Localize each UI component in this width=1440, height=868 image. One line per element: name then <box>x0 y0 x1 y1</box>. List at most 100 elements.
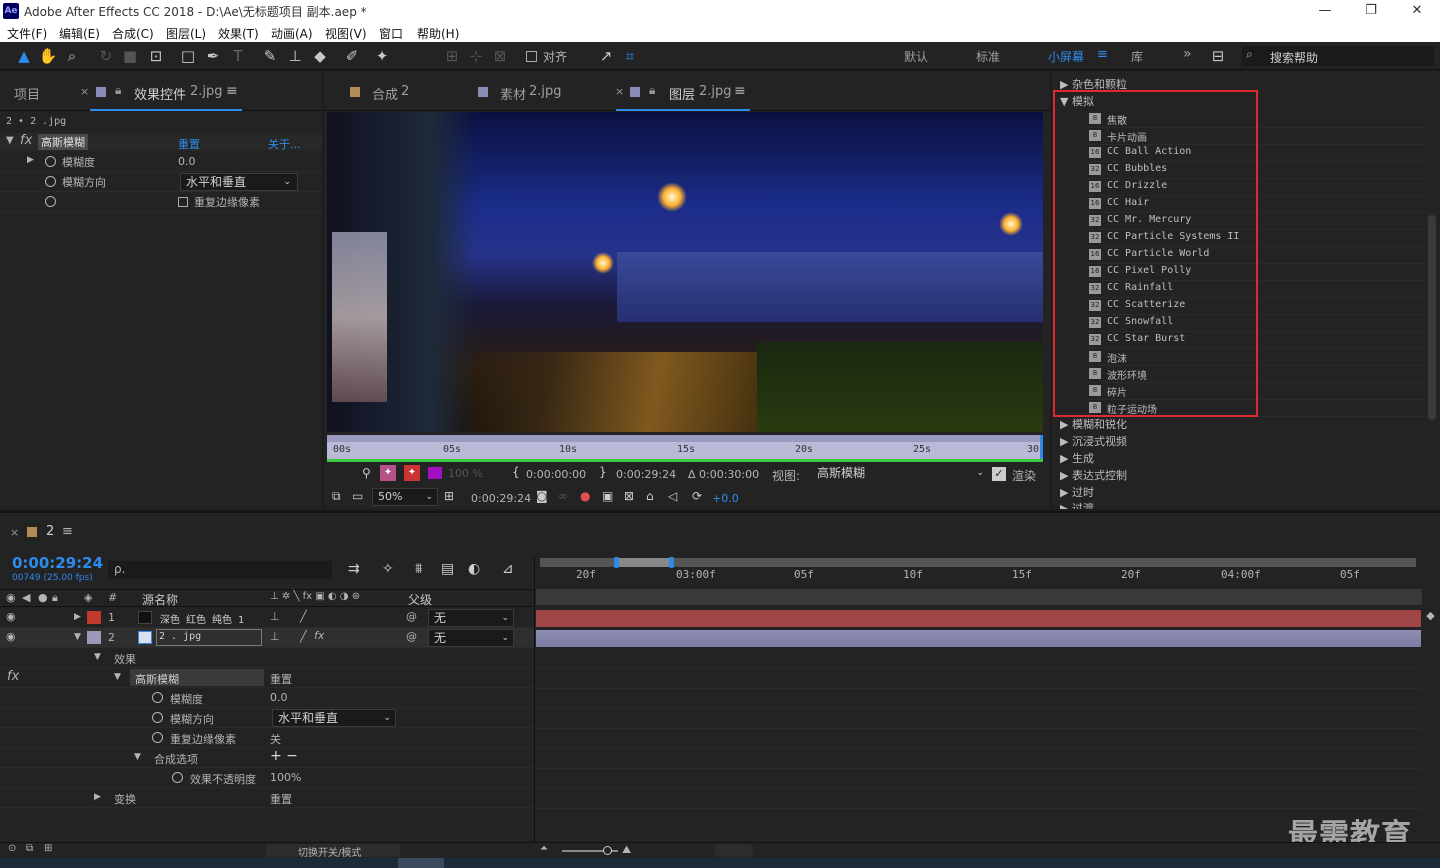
menu-layer[interactable]: 图层(L) <box>166 25 206 42</box>
tab-effect-controls[interactable]: 效果控件 <box>134 84 186 103</box>
playhead[interactable] <box>1040 435 1043 459</box>
navigator-start-handle[interactable] <box>614 557 619 568</box>
viewer-time-ruler[interactable]: 00s 05s 10s 15s 20s 25s 30 <box>327 435 1043 459</box>
property-row[interactable]: 模糊度 0.0 <box>0 688 535 708</box>
work-area-bar[interactable] <box>327 435 1043 442</box>
menu-animation[interactable]: 动画(A) <box>271 25 313 42</box>
workspace-library[interactable]: 库 <box>1131 48 1143 65</box>
timeline-tab[interactable]: 2 <box>46 524 54 539</box>
transparency-grid-icon[interactable]: ⊠ <box>624 489 634 503</box>
menu-file[interactable]: 文件(F) <box>7 25 47 42</box>
viewer-image[interactable] <box>327 112 1043 432</box>
expand-arrow-icon[interactable]: ▼ <box>134 752 141 762</box>
expand-arrow-icon[interactable]: ▼ <box>74 632 81 642</box>
layer-1-duration-bar[interactable] <box>536 610 1421 627</box>
transform-reset-link[interactable]: 重置 <box>270 791 292 807</box>
render-checkbox[interactable]: ✓ <box>992 467 1006 481</box>
repeat-edge-checkbox[interactable] <box>178 197 188 207</box>
effect-name[interactable]: 高斯模糊 <box>38 134 88 150</box>
parent-dropdown[interactable]: 无 ⌄ <box>428 609 514 627</box>
expand-arrow-icon[interactable]: ▼ <box>114 672 121 682</box>
quality-switch-icon[interactable]: ╱ <box>300 630 307 643</box>
world-axis-icon[interactable]: ⊹ <box>466 46 486 66</box>
fx-icon[interactable]: fx <box>7 669 19 684</box>
local-axis-icon[interactable]: ⊞ <box>442 46 462 66</box>
timeline-search-box[interactable]: ρ. <box>108 561 332 579</box>
category-transition[interactable]: ▶ 过渡 <box>1060 500 1094 509</box>
exposure-value[interactable]: +0.0 <box>712 492 739 505</box>
blur-value[interactable]: 0.0 <box>270 691 288 704</box>
frame-blending-icon[interactable]: ▤ <box>441 561 454 577</box>
menu-composition[interactable]: 合成(C) <box>112 25 154 42</box>
parent-dropdown[interactable]: 无 ⌄ <box>428 629 514 647</box>
stopwatch-icon[interactable] <box>172 772 183 783</box>
puppet-icon[interactable]: ⚲ <box>362 466 371 480</box>
parent-column[interactable]: 父级 <box>408 591 432 608</box>
clone-stamp-tool-icon[interactable]: ⊥ <box>285 46 305 66</box>
color-swatch[interactable] <box>428 467 442 479</box>
sync-settings-icon[interactable]: ⊟ <box>1208 46 1228 66</box>
layer-name[interactable]: 深色 红色 纯色 1 <box>160 611 244 626</box>
layer-row[interactable]: ◉ ▶ 1 深色 红色 纯色 1 ⊥ ╱ @ 无 ⌄ <box>0 608 535 628</box>
fit-icon[interactable]: ⊞ <box>444 489 454 503</box>
category-generate[interactable]: ▶ 生成 <box>1060 450 1094 466</box>
menu-window[interactable]: 窗口 <box>379 25 403 42</box>
category-immersive-video[interactable]: ▶ 沉浸式视频 <box>1060 433 1127 449</box>
zoom-in-icon[interactable]: ⛰ <box>622 843 631 857</box>
workspace-standard[interactable]: 标准 <box>976 48 1000 65</box>
help-search-input[interactable]: 搜索帮助 <box>1270 49 1318 66</box>
pan-behind-tool-icon[interactable]: ⊡ <box>146 46 166 66</box>
eye-icon[interactable]: ◉ <box>6 610 16 623</box>
tab-effect-controls-file[interactable]: 2.jpg <box>190 84 223 99</box>
toggle-layer-icon[interactable]: ⊙ <box>8 843 16 854</box>
pickwhip-icon[interactable]: @ <box>406 630 417 643</box>
snap-edge-icon[interactable]: ↗ <box>596 46 616 66</box>
reset-exposure-icon[interactable]: ◁ <box>668 489 677 503</box>
workspace-more[interactable]: » <box>1183 46 1192 62</box>
toggle-transfer-icon[interactable]: ⧉ <box>26 843 33 854</box>
close-button[interactable]: ✕ <box>1394 0 1440 22</box>
workspace-small-screen[interactable]: 小屏幕 <box>1048 48 1084 65</box>
layer-row[interactable]: ◉ ▼ 2 2 . jpg ⊥ ╱ fx @ 无 ⌄ <box>0 628 535 648</box>
panel-menu-icon[interactable]: ≡ <box>226 83 238 99</box>
current-timecode[interactable]: 0:00:29:24 <box>471 492 531 505</box>
layer-label-color[interactable] <box>87 631 101 644</box>
stopwatch-icon[interactable] <box>152 732 163 743</box>
layer-name-box[interactable]: 2 . jpg <box>156 629 262 646</box>
eye-icon[interactable]: ◉ <box>6 630 16 643</box>
onion-skin-icon[interactable]: ✦ <box>380 465 396 481</box>
rectangle-tool-icon[interactable]: □ <box>178 46 198 66</box>
always-preview-icon[interactable]: ⧉ <box>332 489 341 504</box>
timeline-search-input[interactable]: ρ. <box>114 562 125 576</box>
tab-layer-file[interactable]: 2.jpg <box>699 84 732 99</box>
navigator-end-handle[interactable] <box>669 557 674 568</box>
channel-icon[interactable]: ● <box>580 489 590 503</box>
tab-layer[interactable]: 图层 <box>669 84 695 103</box>
eraser-tool-icon[interactable]: ◆ <box>310 46 330 66</box>
lock-icon[interactable]: 🔒︎ <box>649 83 655 98</box>
monitor-icon[interactable]: ▭ <box>352 489 363 503</box>
time-navigator[interactable] <box>540 557 1416 568</box>
motion-blur-icon[interactable]: ◐ <box>468 561 480 577</box>
stopwatch-icon[interactable] <box>152 712 163 723</box>
toggle-switches-button[interactable]: 切换开关/模式 <box>266 844 400 859</box>
menu-edit[interactable]: 编辑(E) <box>59 25 100 42</box>
effects-group-row[interactable]: ▼ 效果 <box>0 648 535 668</box>
graph-editor-icon[interactable]: ⊿ <box>502 561 514 577</box>
timeline-horizontal-scrollbar[interactable] <box>714 844 754 857</box>
effect-opacity-value[interactable]: 100% <box>270 771 301 784</box>
shy-switch-icon[interactable]: ⊥ <box>270 610 280 623</box>
show-snapshot-icon[interactable]: ∞ <box>558 489 568 503</box>
expand-arrow-icon[interactable]: ▶ <box>94 792 101 802</box>
comp-mini-flowchart-icon[interactable]: ⇉ <box>348 561 360 577</box>
close-tab-icon[interactable]: × <box>10 526 19 539</box>
work-area-bar[interactable] <box>536 589 1422 605</box>
snap-features-icon[interactable]: ⌗ <box>620 46 640 66</box>
draft-3d-icon[interactable]: ✧ <box>382 561 394 577</box>
opacity-value[interactable]: 100 % <box>448 467 483 480</box>
stopwatch-icon[interactable] <box>45 176 56 187</box>
out-point-value[interactable]: 0:00:29:24 <box>616 468 676 481</box>
zoom-dropdown[interactable]: 50% ⌄ <box>372 488 438 506</box>
menu-help[interactable]: 帮助(H) <box>417 25 459 42</box>
zoom-tool-icon[interactable]: ⌕ <box>62 46 82 66</box>
